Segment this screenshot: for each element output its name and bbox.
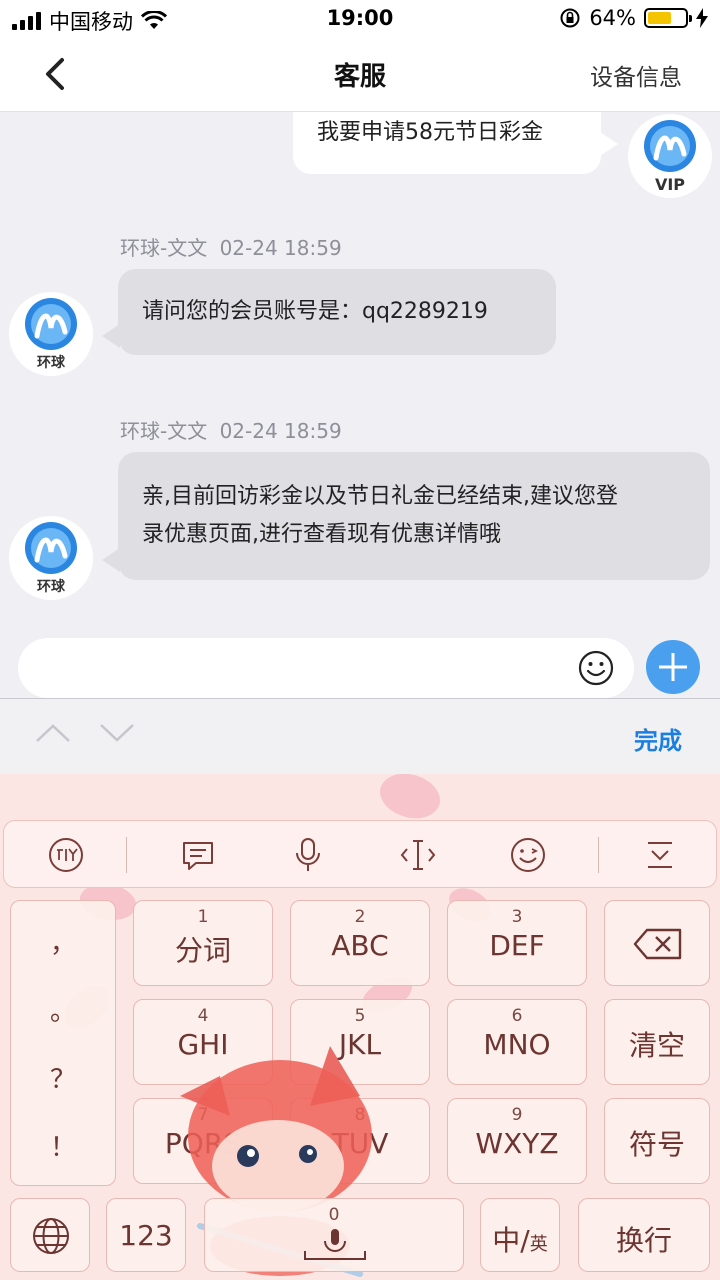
exclaim-key[interactable]: ！ (11, 1127, 115, 1164)
key-3[interactable]: 3 DEF (447, 900, 587, 986)
key-2[interactable]: 2 ABC (290, 900, 430, 986)
keyboard-function-bar (3, 820, 717, 888)
message-meta: 环球-文文 02-24 18:59 (120, 232, 342, 261)
backspace-icon (633, 928, 682, 960)
sender-name: 环球-文文 (120, 419, 208, 443)
sender-name: 环球-文文 (120, 236, 208, 260)
plus-button[interactable] (646, 640, 700, 694)
question-key[interactable]: ？ (11, 1059, 115, 1096)
lang-main-label: 中/ (492, 1224, 530, 1257)
incoming-message-bubble[interactable]: 亲,目前回访彩金以及节日礼金已经结束,建议您登 录优惠页面,进行查看现有优惠详情… (118, 452, 710, 580)
space-key[interactable]: 0 (204, 1198, 464, 1272)
key-label: DEF (489, 929, 545, 962)
done-button[interactable]: 完成 (634, 721, 682, 756)
status-bar: 中国移动 19:00 64% (0, 0, 720, 36)
key-number: 6 (511, 1006, 523, 1026)
previous-field-icon[interactable] (34, 721, 72, 745)
period-key[interactable]: 。 (11, 991, 115, 1028)
symbols-key[interactable]: 符号 (604, 1098, 710, 1184)
key-number: 0 (328, 1205, 340, 1225)
separator (126, 837, 127, 873)
lang-sub-label: 英 (529, 1234, 548, 1255)
key-number: 1 (197, 907, 209, 927)
message-meta: 环球-文文 02-24 18:59 (120, 415, 342, 444)
next-field-icon[interactable] (98, 721, 136, 745)
message-input[interactable] (18, 638, 634, 698)
ime-logo-icon[interactable] (46, 835, 86, 875)
key-number: 3 (511, 907, 523, 927)
newline-key[interactable]: 换行 (578, 1198, 710, 1272)
incoming-message-bubble[interactable]: 请问您的会员账号是：qq2289219 (118, 269, 556, 355)
separator (598, 837, 599, 873)
message-text-line: 录优惠页面,进行查看现有优惠详情哦 (142, 522, 501, 547)
device-info-button[interactable]: 设备信息 (590, 58, 682, 92)
bubble-tail (600, 132, 618, 156)
key-label: 清空 (628, 1029, 685, 1062)
agent-avatar[interactable]: 环球 (9, 292, 93, 376)
globe-key[interactable] (10, 1198, 90, 1272)
rotation-lock-icon (560, 8, 580, 28)
message-time: 02-24 18:59 (219, 419, 342, 443)
battery-icon (644, 8, 692, 28)
key-number: 2 (354, 907, 366, 927)
key-6[interactable]: 6 MNO (447, 999, 587, 1085)
keyboard-toolbar: 完成 (0, 698, 720, 774)
key-label: ABC (331, 929, 389, 962)
collapse-keyboard-icon[interactable] (640, 835, 680, 875)
message-text: 请问您的会员账号是：qq2289219 (142, 299, 488, 324)
emoji-icon[interactable] (508, 835, 548, 875)
key-label: 换行 (615, 1224, 672, 1257)
key-label: WXYZ (475, 1127, 559, 1160)
user-avatar[interactable]: VIP (628, 114, 712, 198)
nav-bar: 客服 设备信息 (0, 36, 720, 112)
text-cursor-icon[interactable] (398, 835, 438, 875)
globe-icon (33, 1218, 69, 1254)
agent-avatar[interactable]: 环球 (9, 516, 93, 600)
avatar-label: 环球 (37, 355, 65, 371)
key-label: 符号 (628, 1128, 685, 1161)
keyboard: ， 。 ？ ！ 1 分词 2 ABC 3 DEF 4 GHI 5 JKL 6 M… (0, 774, 720, 1280)
clipboard-icon[interactable] (178, 835, 218, 875)
key-label: 分词 (174, 934, 231, 967)
comma-key[interactable]: ， (11, 923, 115, 960)
message-time: 02-24 18:59 (219, 236, 342, 260)
input-bar (0, 620, 720, 698)
backspace-key[interactable] (604, 900, 710, 986)
message-text: 我要申请58元节日彩金 (317, 120, 543, 145)
charging-bolt-icon (696, 8, 708, 28)
key-label: 中/英 (481, 1219, 559, 1259)
language-switch-key[interactable]: 中/英 (480, 1198, 560, 1272)
key-9[interactable]: 9 WXYZ (447, 1098, 587, 1184)
punctuation-key[interactable]: ， 。 ？ ！ (10, 900, 116, 1186)
avatar-label: 环球 (37, 579, 65, 595)
message-text-line: 亲,目前回访彩金以及节日礼金已经结束,建议您登 (142, 484, 618, 509)
avatar-label: VIP (654, 175, 686, 194)
chat-area[interactable]: 我要申请58元节日彩金 VIP 环球-文文 02-24 18:59 环球 请问您… (0, 112, 720, 620)
space-voice-icon (304, 1229, 366, 1260)
key-1[interactable]: 1 分词 (133, 900, 273, 986)
key-number: 9 (511, 1105, 523, 1125)
smiley-icon[interactable] (578, 650, 614, 686)
status-right: 64% (559, 6, 708, 30)
number-key[interactable]: 123 (106, 1198, 186, 1272)
outgoing-message-bubble[interactable]: 我要申请58元节日彩金 (293, 112, 601, 174)
microphone-icon[interactable] (288, 835, 328, 875)
battery-percent: 64% (589, 6, 636, 30)
clear-key[interactable]: 清空 (604, 999, 710, 1085)
key-label: MNO (483, 1028, 551, 1061)
key-label: 123 (119, 1219, 173, 1252)
